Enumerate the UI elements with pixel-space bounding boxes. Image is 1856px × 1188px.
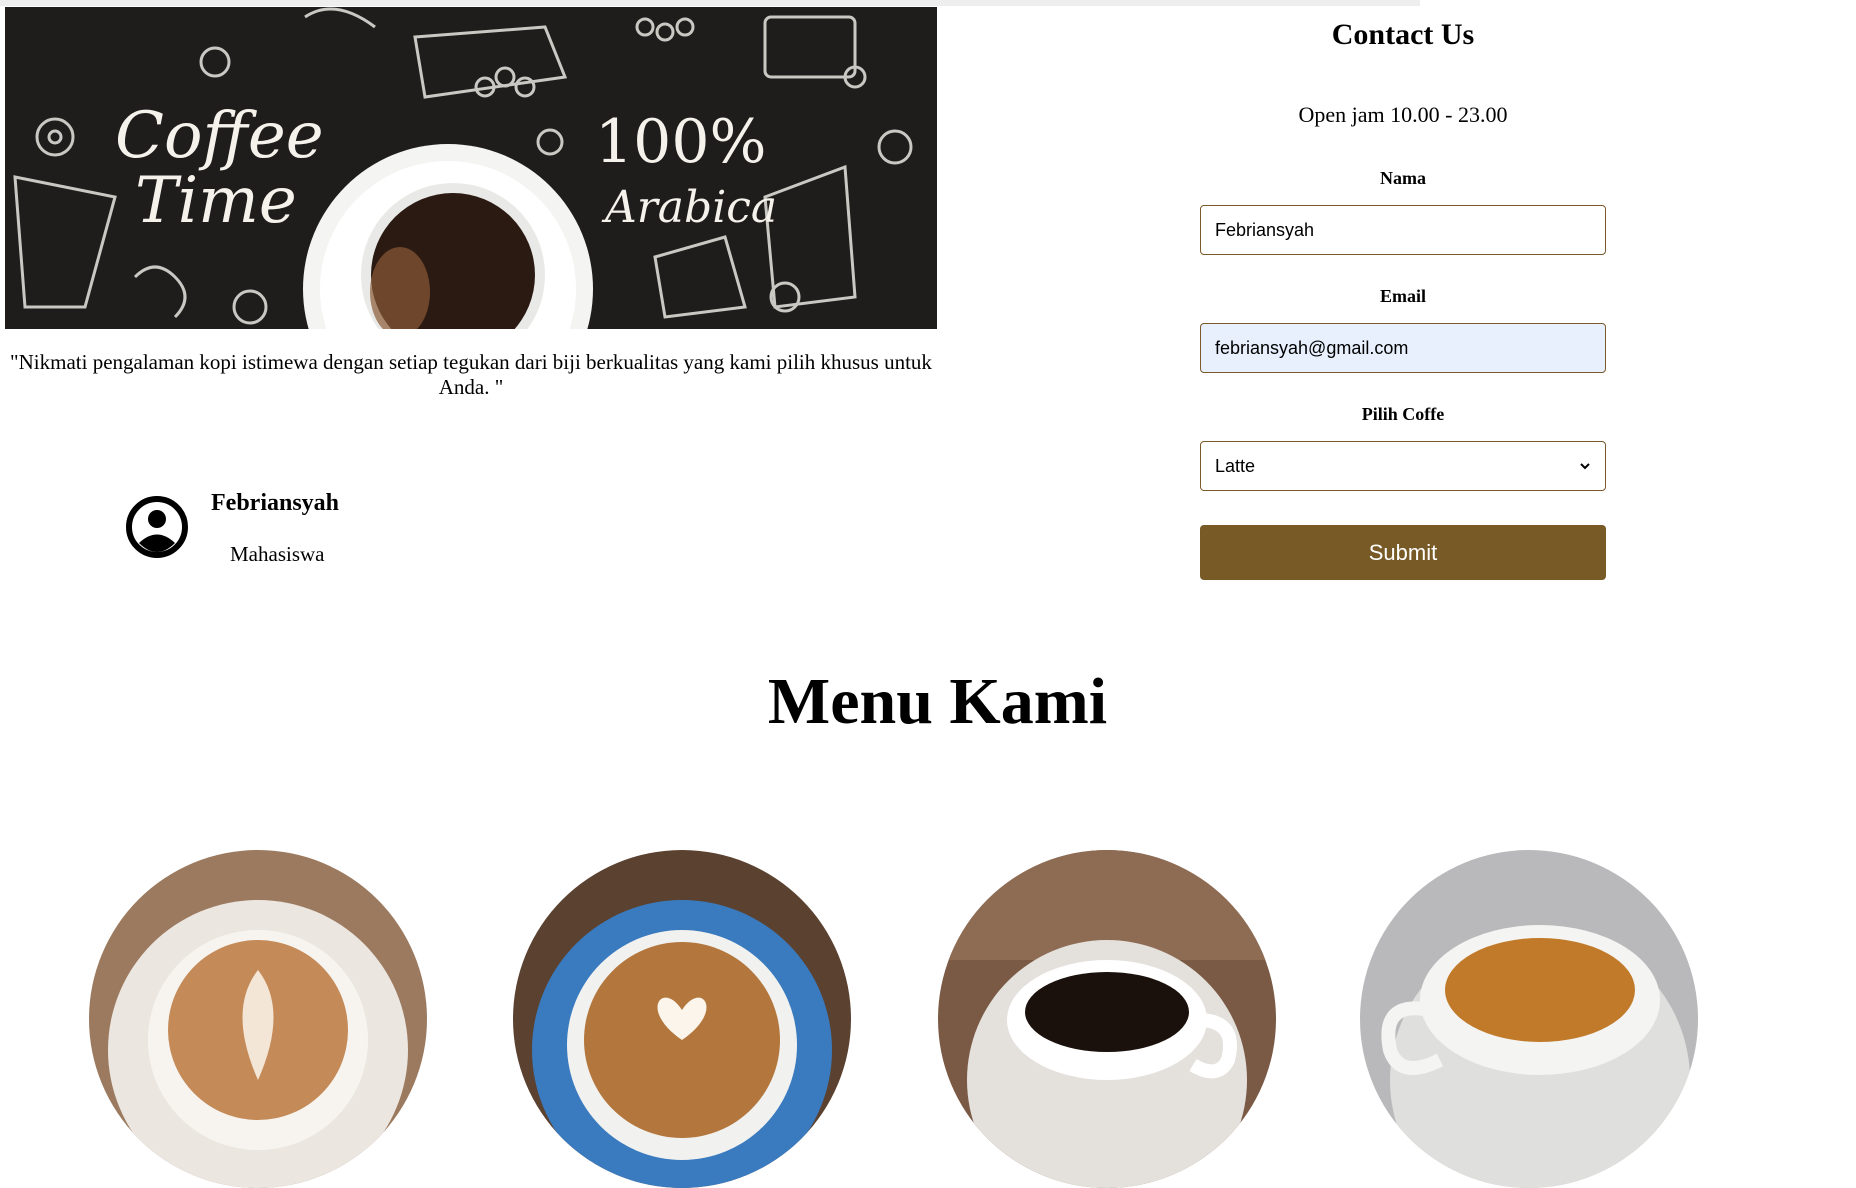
profile-role: Mahasiswa	[230, 542, 325, 566]
opening-hours: Open jam 10.00 - 23.00	[1298, 102, 1508, 127]
top-scroll-edge	[0, 0, 1420, 6]
coffee-select-label: Pilih Coffe	[1361, 404, 1445, 424]
banner-text-coffee: Coffee	[115, 99, 324, 173]
menu-item-espresso-image[interactable]	[1360, 850, 1698, 1188]
coffee-time-banner: Coffee Time 100% Arabica	[5, 7, 937, 329]
coffee-select-value: Latte	[1215, 455, 1256, 476]
coffee-select[interactable]: Latte	[1200, 441, 1606, 491]
banner-text-time: Time	[135, 164, 297, 238]
menu-title: Menu Kami	[767, 665, 1108, 738]
name-label: Nama	[1380, 168, 1426, 188]
banner-text-arabica: Arabica	[601, 182, 777, 233]
submit-button[interactable]: Submit	[1200, 525, 1606, 580]
menu-item-latte-art-image[interactable]	[89, 850, 427, 1188]
banner-text-100: 100%	[595, 107, 767, 177]
contact-title: Contact Us	[1331, 18, 1475, 51]
email-field[interactable]	[1200, 323, 1606, 373]
menu-item-black-coffee-image[interactable]	[938, 850, 1276, 1188]
account-circle-icon	[126, 496, 188, 558]
menu-item-cappuccino-image[interactable]	[513, 850, 851, 1188]
name-field[interactable]	[1200, 205, 1606, 255]
hero-quote: "Nikmati pengalaman kopi istimewa dengan…	[10, 350, 932, 399]
profile-name: Febriansyah	[211, 490, 340, 516]
chevron-down-icon	[1580, 463, 1590, 470]
email-label: Email	[1379, 286, 1426, 306]
